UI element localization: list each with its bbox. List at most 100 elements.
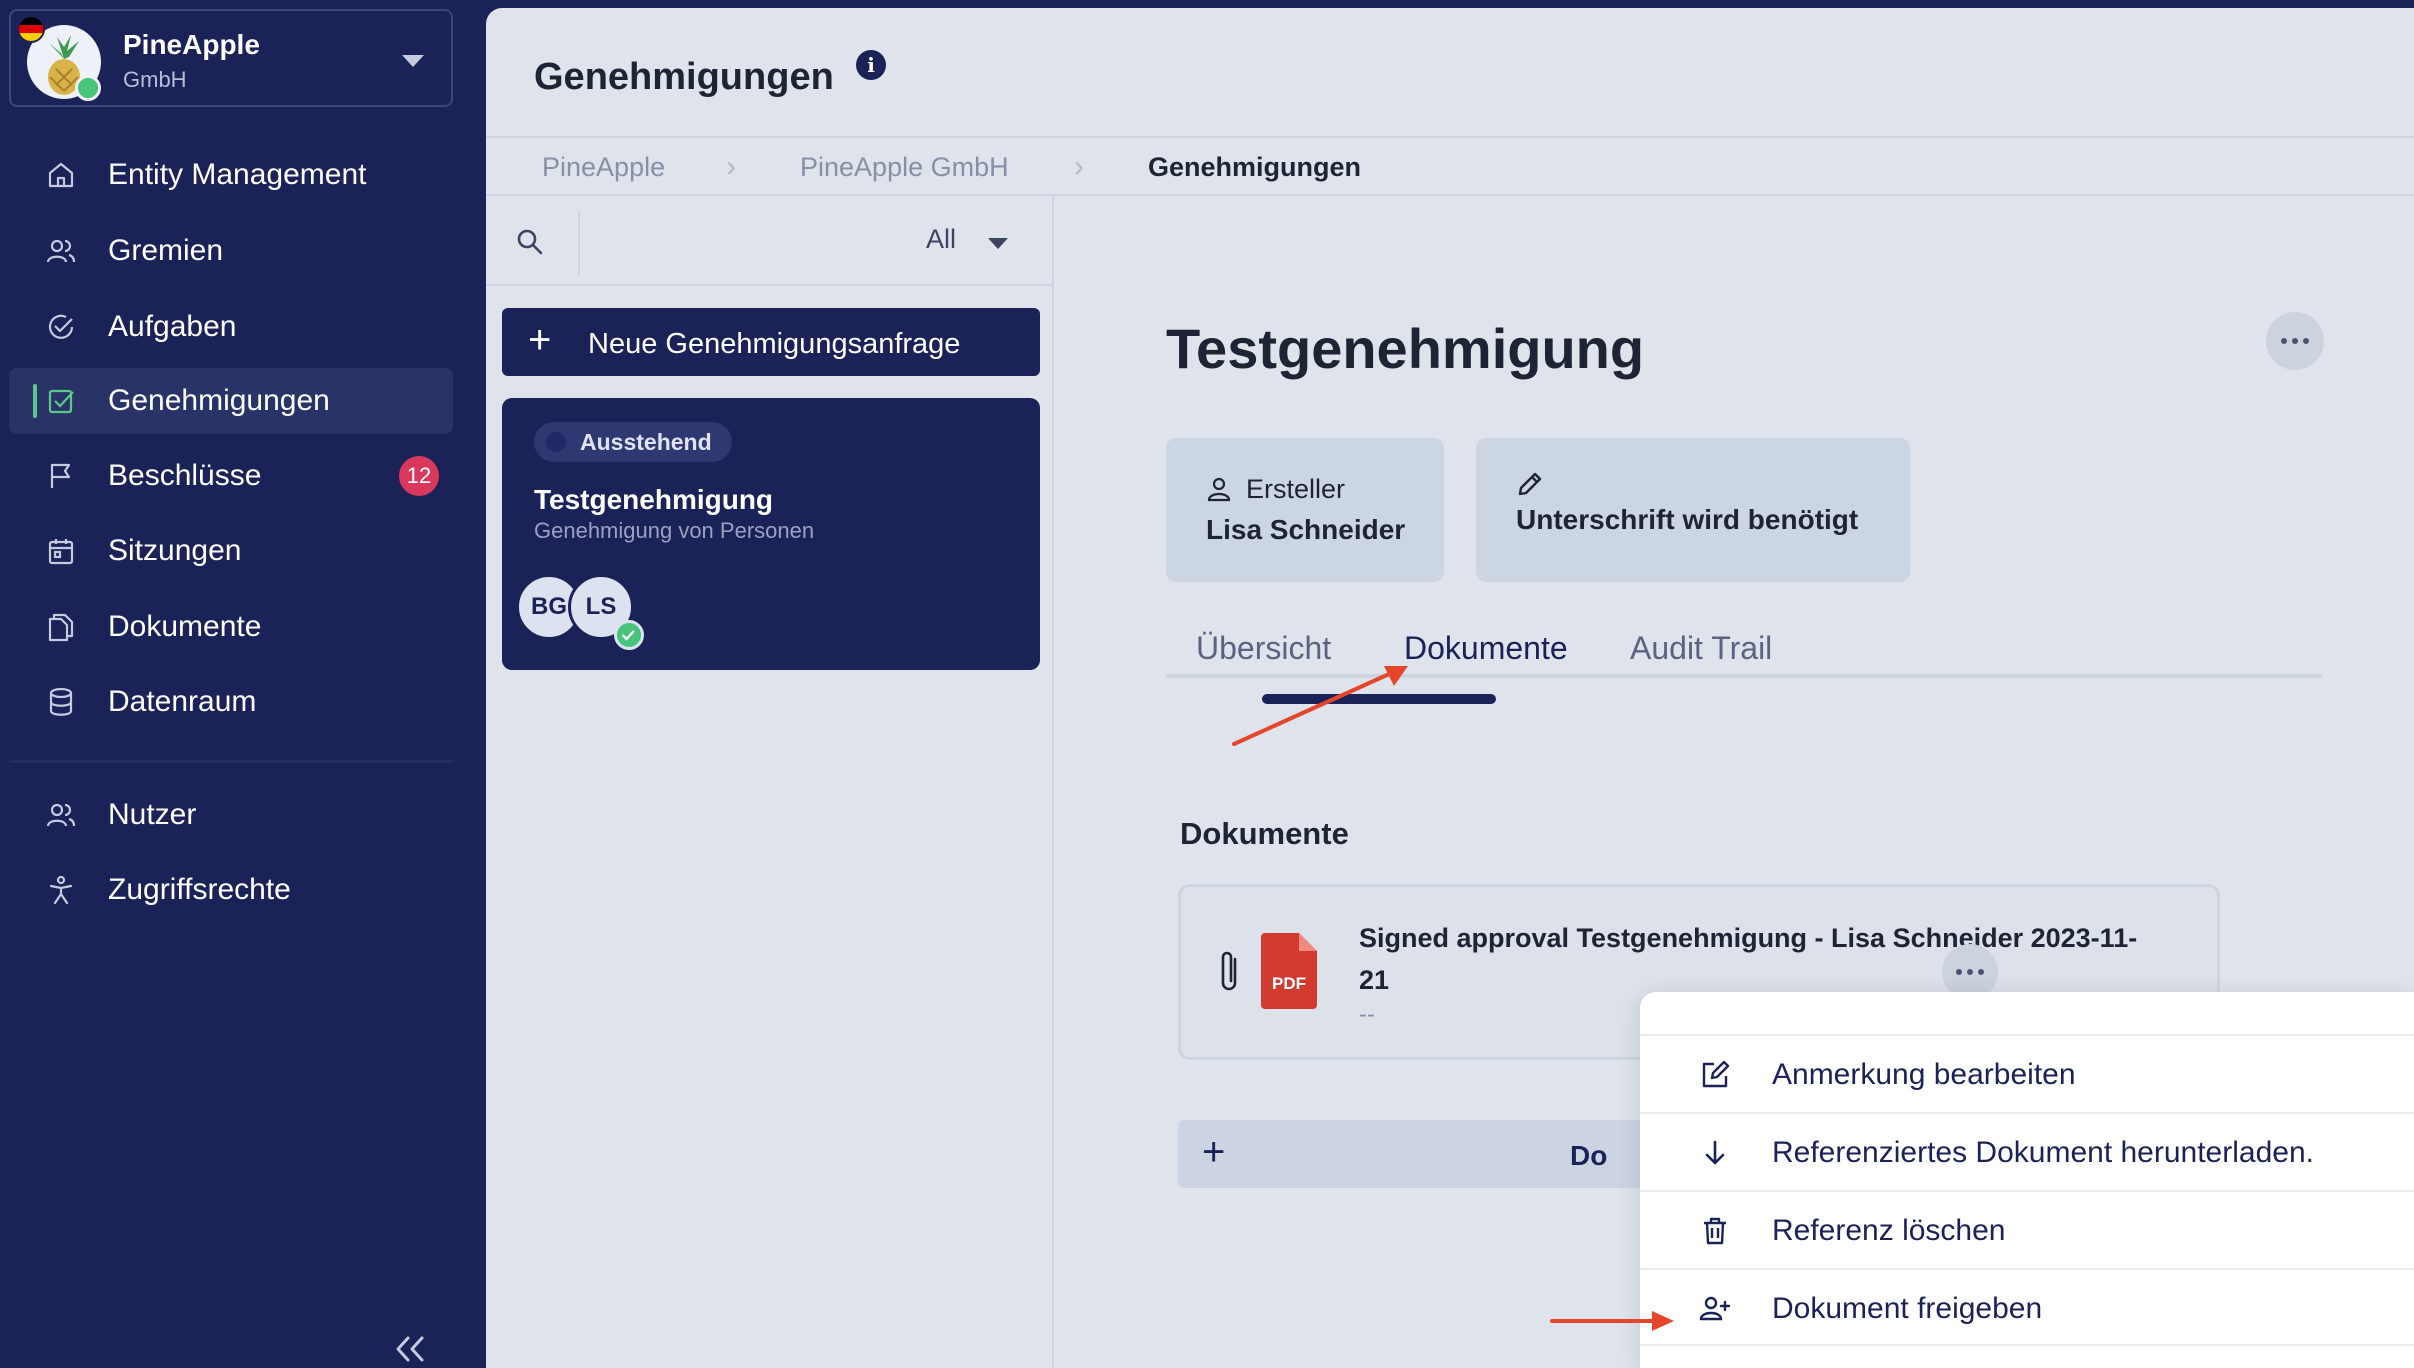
sidebar-item-label: Aufgaben — [108, 310, 237, 343]
info-icon[interactable]: i — [856, 50, 886, 80]
online-status-indicator — [75, 75, 101, 101]
breadcrumb: PineApple › PineApple GmbH › Genehmigung… — [486, 136, 2414, 196]
pencil-icon — [1518, 472, 1542, 496]
sidebar-item-gremien[interactable]: Gremien — [9, 218, 453, 284]
sidebar-item-label: Nutzer — [108, 798, 197, 831]
breadcrumb-item[interactable]: PineApple GmbH — [800, 152, 1009, 183]
german-flag-icon — [17, 15, 45, 43]
plus-icon: + — [1202, 1130, 1226, 1174]
arrow-down-icon — [1705, 1140, 1725, 1165]
flag-icon — [50, 463, 71, 488]
status-badge: Ausstehend — [534, 422, 732, 462]
menu-item-label: Referenziertes Dokument herunterladen. — [1772, 1136, 2314, 1169]
approval-card[interactable]: Ausstehend Testgenehmigung Genehmigung v… — [502, 398, 1040, 670]
search-icon[interactable] — [514, 226, 546, 258]
annotation-arrow-icon — [1232, 666, 1408, 746]
notification-badge: 12 — [399, 456, 439, 496]
check-circle-icon — [48, 314, 74, 339]
sidebar-item-aufgaben[interactable]: Aufgaben — [9, 294, 453, 360]
chevron-right-icon: › — [726, 150, 736, 183]
sidebar-item-label: Beschlüsse — [108, 459, 262, 492]
signature-status: Unterschrift wird benötigt — [1516, 504, 1859, 535]
annotation-arrow-icon — [1550, 1311, 1674, 1331]
creator-label: Ersteller — [1246, 474, 1346, 504]
sidebar-item-genehmigungen[interactable]: Genehmigungen — [9, 368, 453, 434]
sidebar-item-zugriffsrechte[interactable]: Zugriffsrechte — [9, 857, 453, 923]
check-icon — [614, 620, 644, 650]
org-name: PineApple — [123, 29, 260, 60]
sidebar-item-label: Entity Management — [108, 158, 367, 191]
sidebar-item-sitzungen[interactable]: Sitzungen — [9, 518, 453, 584]
document-meta: -- — [1359, 1001, 1375, 1028]
menu-item-share-document[interactable]: Dokument freigeben — [1640, 1268, 2414, 1346]
document-name: Signed approval Testgenehmigung - Lisa S… — [1359, 923, 2138, 995]
sidebar-item-label: Zugriffsrechte — [108, 873, 291, 906]
page-title: Genehmigungen — [534, 56, 834, 98]
status-label: Ausstehend — [580, 429, 712, 455]
paperclip-icon — [1221, 951, 1237, 991]
org-switcher[interactable]: PineApple GmbH — [9, 9, 453, 107]
menu-item-label: Referenz löschen — [1772, 1214, 2006, 1247]
accessibility-icon — [49, 875, 73, 905]
trash-icon — [1704, 1217, 1726, 1245]
button-label: Neue Genehmigungsanfrage — [588, 328, 961, 360]
more-horizontal-icon — [1956, 969, 1984, 975]
sidebar-item-label: Datenraum — [108, 685, 257, 718]
pdf-label: PDF — [1272, 974, 1306, 993]
detail-title: Testgenehmigung — [1166, 317, 1645, 380]
creator-card: Ersteller Lisa Schneider — [1166, 438, 1444, 582]
new-approval-request-button[interactable]: + Neue Genehmigungsanfrage — [502, 308, 1040, 376]
more-horizontal-icon — [2281, 338, 2309, 344]
users-icon — [46, 239, 76, 263]
sidebar-divider — [9, 760, 453, 763]
button-label: Do — [1570, 1140, 1608, 1171]
pdf-file-icon: PDF — [1261, 933, 1317, 1009]
org-subtitle: GmbH — [123, 67, 187, 92]
menu-item-download[interactable]: Referenziertes Dokument herunterladen. — [1640, 1112, 2414, 1190]
home-icon — [48, 162, 74, 188]
card-subtitle: Genehmigung von Personen — [534, 518, 815, 543]
tab-dokumente[interactable]: Dokumente — [1404, 630, 1568, 667]
approval-list-panel: All + Neue Genehmigungsanfrage Ausstehen… — [486, 196, 1054, 1368]
tab-audit-trail[interactable]: Audit Trail — [1630, 630, 1772, 667]
menu-item-edit-note[interactable]: Anmerkung bearbeiten — [1640, 1034, 2414, 1112]
section-title: Dokumente — [1180, 816, 1349, 851]
sidebar-item-label: Sitzungen — [108, 534, 242, 567]
edit-icon — [1702, 1060, 1730, 1088]
search-bar: All — [486, 196, 1054, 286]
more-options-button[interactable] — [2266, 312, 2324, 370]
sidebar-item-entity-management[interactable]: Entity Management — [9, 142, 453, 208]
sidebar: PineApple GmbH Entity Management Gremien… — [0, 0, 486, 1368]
creator-name: Lisa Schneider — [1206, 514, 1406, 545]
sidebar-item-label: Dokumente — [108, 610, 262, 643]
collapse-sidebar-icon[interactable] — [390, 1332, 430, 1366]
status-dot-icon — [546, 432, 566, 452]
documents-icon — [48, 613, 74, 642]
menu-item-label: Dokument freigeben — [1772, 1292, 2043, 1325]
sidebar-item-dokumente[interactable]: Dokumente — [9, 594, 453, 660]
sidebar-item-label: Genehmigungen — [108, 384, 330, 417]
filter-select[interactable]: All — [926, 224, 956, 255]
users-icon — [46, 803, 76, 827]
add-document-button[interactable]: + Do — [1178, 1120, 1698, 1188]
document-context-menu: Anmerkung bearbeiten Referenziertes Doku… — [1640, 992, 2414, 1368]
user-icon — [1207, 477, 1231, 502]
signature-status-card: Unterschrift wird benötigt — [1476, 438, 1910, 582]
check-square-icon — [48, 389, 74, 414]
menu-item-delete-reference[interactable]: Referenz löschen — [1640, 1190, 2414, 1268]
chevron-down-icon[interactable] — [988, 238, 1008, 249]
sidebar-item-label: Gremien — [108, 234, 224, 267]
chevron-right-icon: › — [1074, 150, 1084, 183]
sidebar-item-beschluesse[interactable]: Beschlüsse 12 — [9, 443, 453, 509]
calendar-icon — [48, 539, 74, 565]
plus-icon: + — [528, 318, 552, 362]
sidebar-item-datenraum[interactable]: Datenraum — [9, 669, 453, 735]
breadcrumb-item[interactable]: PineApple — [542, 152, 665, 183]
chevron-down-icon — [402, 55, 424, 67]
card-title: Testgenehmigung — [534, 484, 774, 515]
database-icon — [49, 687, 73, 716]
user-plus-icon — [1699, 1296, 1731, 1321]
menu-item-label: Anmerkung bearbeiten — [1772, 1058, 2076, 1091]
sidebar-item-nutzer[interactable]: Nutzer — [9, 782, 453, 848]
search-divider — [578, 210, 580, 276]
